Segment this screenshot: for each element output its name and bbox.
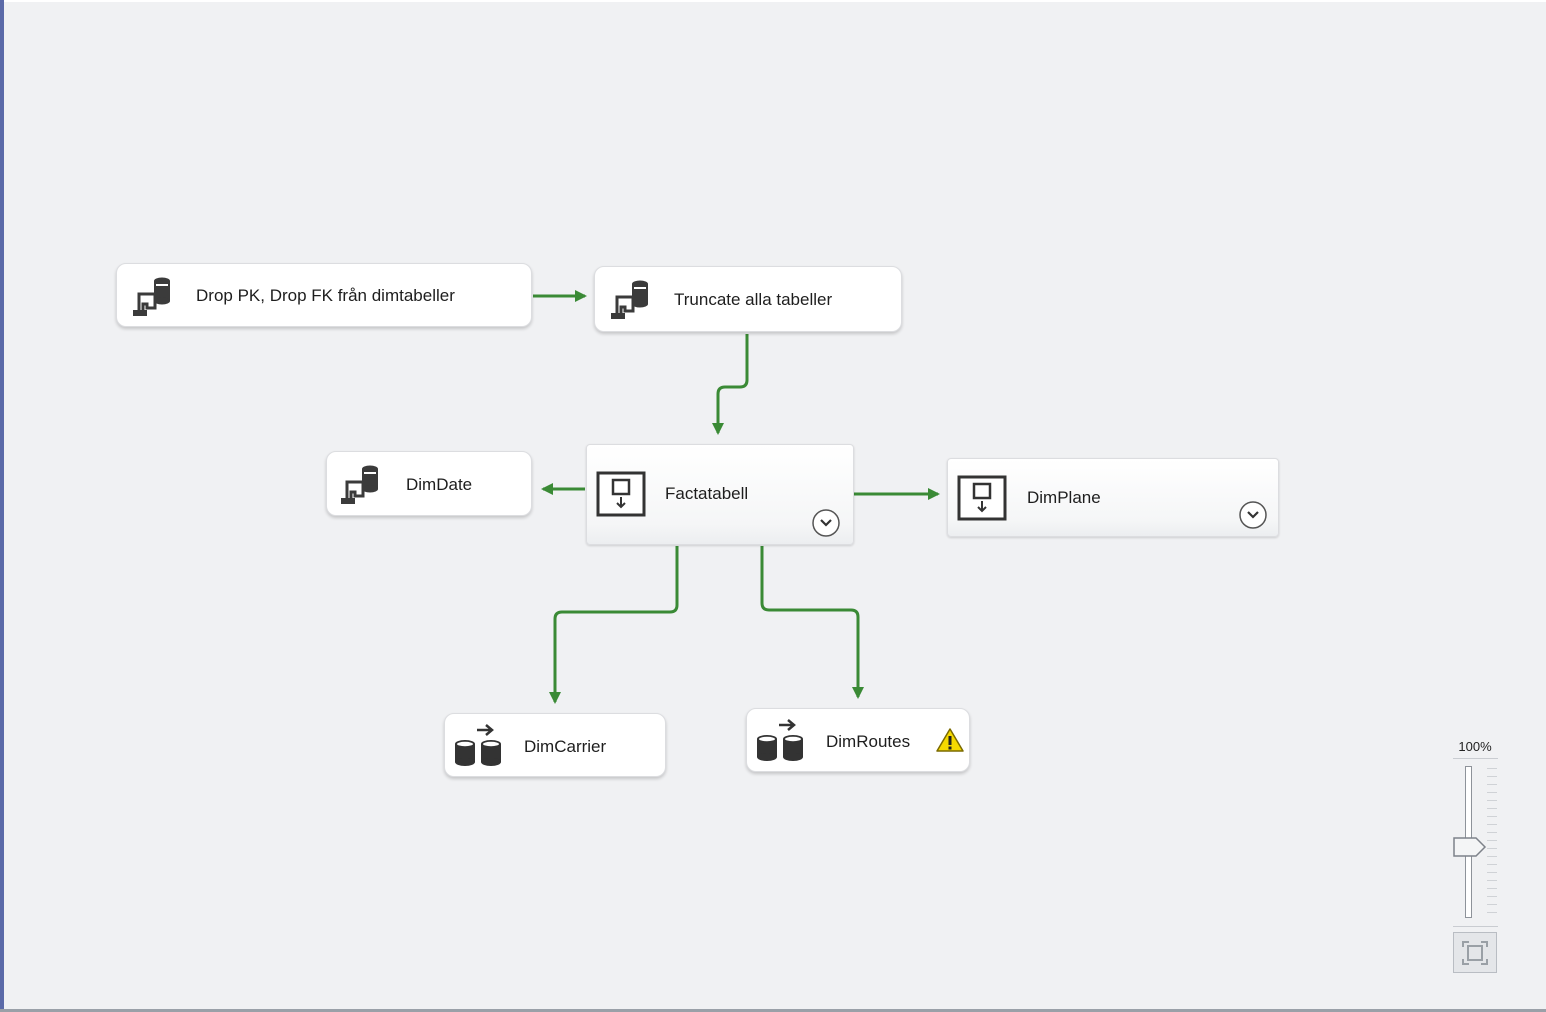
sequence-container-icon [596, 471, 646, 517]
constraint-factatabell-to-dimcarrier[interactable] [549, 546, 679, 704]
task-label: DimRoutes [826, 732, 911, 751]
zoom-to-fit-button[interactable] [1453, 932, 1497, 973]
sequence-container-icon [957, 475, 1007, 521]
container-dimplane[interactable]: DimPlane [947, 458, 1279, 537]
task-label: Drop PK, Drop FK från dimtabeller [196, 286, 455, 305]
zoom-divider [1453, 758, 1498, 759]
task-label: Factatabell [665, 484, 749, 503]
execute-sql-task-icon [611, 280, 648, 319]
task-truncate-alla-tabeller[interactable]: Truncate alla tabeller [594, 266, 902, 332]
task-dimcarrier[interactable]: DimCarrier [444, 713, 666, 777]
data-flow-task-icon [455, 724, 501, 766]
chevron-down-icon[interactable] [811, 508, 841, 538]
chevron-down-icon[interactable] [1238, 500, 1268, 530]
task-label: Truncate alla tabeller [674, 290, 833, 309]
execute-sql-task-icon [133, 277, 170, 316]
warning-icon[interactable] [936, 727, 964, 753]
constraint-truncate-to-factatabell[interactable] [712, 334, 749, 435]
constraint-factatabell-to-dimroutes[interactable] [760, 546, 864, 699]
zoom-slider-thumb[interactable] [1452, 835, 1488, 859]
data-flow-task-icon [757, 719, 803, 761]
task-label: DimDate [406, 475, 473, 494]
task-label: DimPlane [1027, 488, 1101, 507]
control-flow-canvas[interactable]: Drop PK, Drop FK från dimtabeller Trunca… [0, 0, 1546, 1012]
task-dimroutes[interactable]: DimRoutes [746, 708, 970, 772]
zoom-divider [1453, 926, 1498, 927]
zoom-slider-ticks [1487, 768, 1497, 918]
fit-to-window-icon [1462, 940, 1488, 965]
task-drop-pk-fk[interactable]: Drop PK, Drop FK från dimtabeller [116, 263, 532, 327]
zoom-level-label: 100% [1458, 739, 1492, 754]
execute-sql-task-icon [341, 465, 378, 504]
container-factatabell[interactable]: Factatabell [586, 444, 854, 545]
task-label: DimCarrier [524, 737, 607, 756]
task-dimdate[interactable]: DimDate [326, 451, 532, 516]
